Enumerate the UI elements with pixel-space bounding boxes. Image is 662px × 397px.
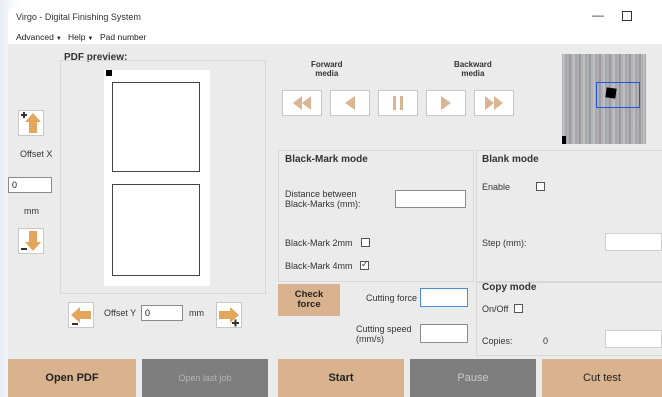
open-last-job-button[interactable]: Open last job xyxy=(142,359,268,397)
copies-value: 0 xyxy=(543,336,549,346)
cutting-speed-label: Cutting speed (mm/s) xyxy=(356,324,412,344)
black-mark-4mm-checkbox[interactable] xyxy=(360,259,369,270)
backward-media-label: Backward media xyxy=(454,60,492,78)
blank-mode-title: Blank mode xyxy=(482,154,539,165)
title-bar: Virgo - Digital Finishing System — xyxy=(8,6,662,28)
arrow-left-minus-icon xyxy=(71,307,91,325)
menu-help[interactable]: Help ▼ xyxy=(68,32,93,42)
copy-onoff-label: On/Off xyxy=(482,304,509,314)
cutting-force-label: Cutting force xyxy=(366,293,418,303)
copy-mode-title: Copy mode xyxy=(482,282,537,293)
offset-x-unit: mm xyxy=(24,206,39,216)
window-title: Virgo - Digital Finishing System xyxy=(16,12,141,22)
pause-button[interactable]: Pause xyxy=(410,359,536,397)
black-mark-title: Black-Mark mode xyxy=(285,154,368,165)
arrow-down-minus-icon xyxy=(21,231,41,251)
arrow-up-plus-icon xyxy=(21,112,41,133)
step-forward-media-button[interactable] xyxy=(330,90,370,116)
pause-bars-icon xyxy=(393,96,403,110)
black-mark-2mm-label: Black-Mark 2mm xyxy=(285,238,353,248)
copies-input[interactable] xyxy=(605,330,662,348)
double-left-triangle-icon xyxy=(293,96,311,110)
app-window: Virgo - Digital Finishing System — Advan… xyxy=(8,6,662,397)
distance-input[interactable] xyxy=(395,190,466,208)
pdf-page xyxy=(104,70,210,286)
offset-x-input[interactable] xyxy=(8,177,52,193)
offset-y-unit: mm xyxy=(189,308,204,318)
menu-bar: Advanced ▼ Help ▼ Pad number xyxy=(8,28,662,44)
caret-down-icon: ▼ xyxy=(55,36,62,42)
double-right-triangle-icon xyxy=(485,96,503,110)
detection-box xyxy=(596,82,640,108)
blank-mode-panel xyxy=(476,150,662,282)
black-mark-square xyxy=(106,70,112,76)
cutting-force-input[interactable] xyxy=(420,288,468,307)
menu-pad-number-label: Pad number xyxy=(100,32,147,42)
black-mark-4mm-label: Black-Mark 4mm xyxy=(285,261,353,271)
detected-black-mark xyxy=(605,87,617,99)
offset-y-label: Offset Y xyxy=(104,308,137,318)
offset-x-label: Offset X xyxy=(20,149,53,159)
blank-enable-label: Enable xyxy=(482,182,511,192)
step-input[interactable] xyxy=(605,233,662,251)
distance-label: Distance between Black-Marks (mm): xyxy=(285,189,361,209)
offset-y-input[interactable] xyxy=(141,305,183,321)
step-label: Step (mm): xyxy=(482,238,527,248)
fast-forward-media-button[interactable] xyxy=(282,90,322,116)
offset-x-down-button[interactable] xyxy=(18,228,44,254)
minimize-button[interactable]: — xyxy=(592,8,604,22)
menu-help-label: Help xyxy=(68,32,86,42)
fast-backward-media-button[interactable] xyxy=(474,90,514,116)
open-pdf-button[interactable]: Open PDF xyxy=(8,359,136,397)
offset-x-up-button[interactable] xyxy=(18,110,44,136)
menu-advanced-label: Advanced xyxy=(16,32,54,42)
copies-label: Copies: xyxy=(482,336,513,346)
arrow-right-plus-icon xyxy=(219,307,239,327)
label-frame-bottom xyxy=(112,184,200,276)
camera-preview xyxy=(562,54,646,144)
caret-down-icon: ▼ xyxy=(87,36,94,42)
label-frame-top xyxy=(112,82,200,172)
offset-y-right-button[interactable] xyxy=(216,302,242,328)
cut-test-button[interactable]: Cut test xyxy=(542,359,662,397)
start-button[interactable]: Start xyxy=(278,359,404,397)
black-mark-2mm-checkbox[interactable] xyxy=(361,238,370,247)
blank-enable-checkbox[interactable] xyxy=(536,182,545,191)
camera-corner-mark xyxy=(562,136,566,144)
cutting-speed-input[interactable] xyxy=(420,324,468,343)
check-force-button[interactable]: Check force xyxy=(278,284,340,316)
left-triangle-icon xyxy=(345,96,355,110)
right-triangle-icon xyxy=(441,96,451,110)
pause-media-button[interactable] xyxy=(378,90,418,116)
menu-advanced[interactable]: Advanced ▼ xyxy=(16,32,62,42)
offset-y-left-button[interactable] xyxy=(68,302,94,328)
copy-onoff-checkbox[interactable] xyxy=(514,304,523,313)
menu-pad-number[interactable]: Pad number xyxy=(100,32,146,42)
step-backward-media-button[interactable] xyxy=(426,90,466,116)
maximize-button[interactable] xyxy=(622,11,632,21)
forward-media-label: Forward media xyxy=(311,60,343,78)
